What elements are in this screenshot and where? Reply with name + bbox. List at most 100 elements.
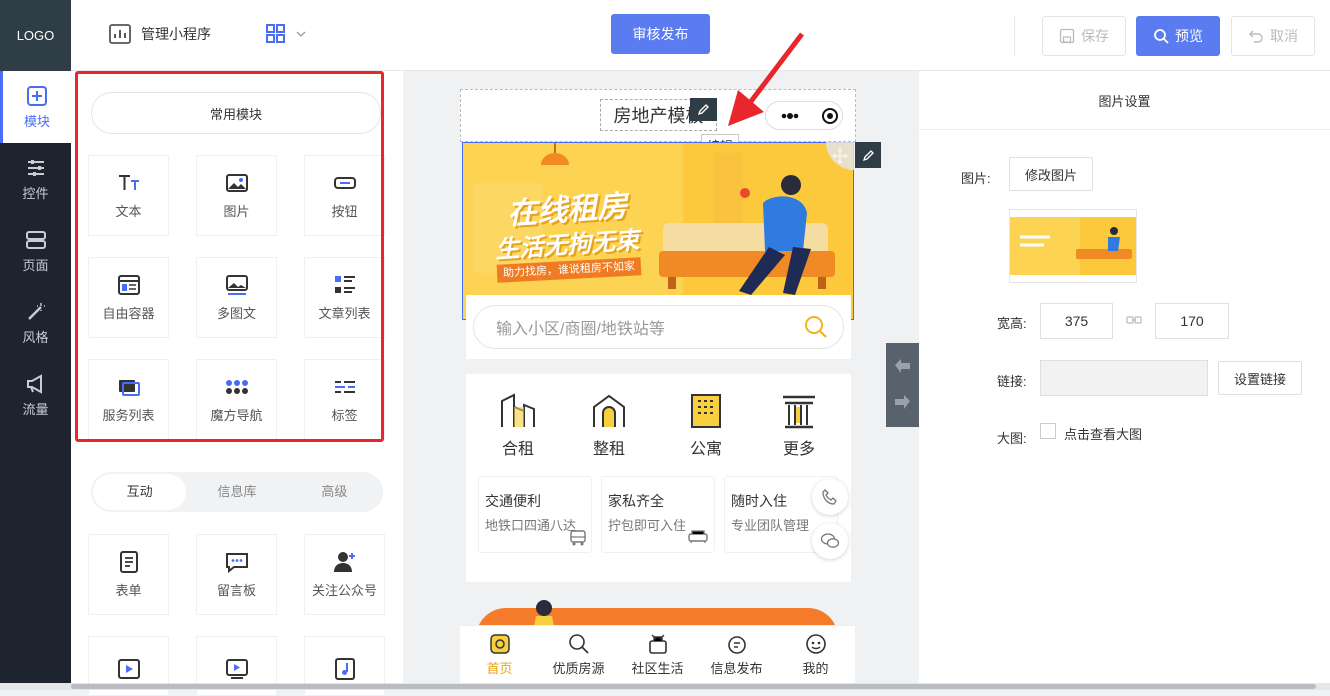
user-face-icon bbox=[805, 633, 826, 654]
wechat-contact-button[interactable] bbox=[812, 523, 848, 559]
preview-button[interactable]: 预览 bbox=[1136, 16, 1220, 56]
link-input[interactable] bbox=[1040, 360, 1208, 396]
search-input[interactable]: 输入小区/商圈/地铁站等 bbox=[473, 305, 844, 349]
nav-item-label: 控件 bbox=[22, 185, 49, 201]
module-multi-image-text[interactable]: 多图文 bbox=[196, 257, 277, 338]
top-bar: 管理小程序 审核发布 保存 预览 取消 bbox=[71, 0, 1330, 71]
scrollbar-thumb[interactable] bbox=[71, 684, 1316, 689]
module-cube-nav[interactable]: 魔方导航 bbox=[196, 359, 277, 440]
save-button[interactable]: 保存 bbox=[1042, 16, 1126, 56]
move-icon bbox=[832, 148, 848, 164]
publish-icon bbox=[727, 635, 746, 654]
module-article-list[interactable]: 文章列表 bbox=[304, 257, 385, 338]
tab-publish[interactable]: 信息发布 bbox=[697, 626, 776, 683]
tab-advanced[interactable]: 高级 bbox=[288, 474, 381, 510]
category-whole-rent[interactable]: 整租 bbox=[579, 393, 639, 459]
nav-item-modules[interactable]: 模块 bbox=[0, 71, 71, 143]
set-link-button[interactable]: 设置链接 bbox=[1218, 361, 1302, 395]
category-label: 更多 bbox=[782, 441, 815, 458]
module-free-container[interactable]: 自由容器 bbox=[88, 257, 169, 338]
redo-arrow-icon[interactable] bbox=[886, 383, 919, 423]
cancel-button[interactable]: 取消 bbox=[1231, 16, 1315, 56]
nav-item-label: 风格 bbox=[22, 329, 49, 345]
phone-tab-bar: 首页 优质房源 社区生活 信息发布 我的 bbox=[460, 625, 855, 683]
module-category-tabs: 互动 信息库 高级 bbox=[91, 472, 383, 512]
close-target-icon bbox=[822, 107, 838, 124]
service-list-icon bbox=[118, 380, 140, 396]
common-modules-title[interactable]: 常用模块 bbox=[91, 92, 381, 134]
category-shared-rent[interactable]: 合租 bbox=[488, 393, 548, 459]
module-label: 按钮 bbox=[331, 204, 358, 219]
tab-label: 首页 bbox=[486, 660, 513, 676]
nav-item-controls[interactable]: 控件 bbox=[0, 143, 71, 215]
search-placeholder: 输入小区/商圈/地铁站等 bbox=[496, 321, 665, 338]
module-tag[interactable]: 标签 bbox=[304, 359, 385, 440]
tab-label: 我的 bbox=[802, 660, 829, 676]
feature-card-transport[interactable]: 交通便利 地铁口四通八达 bbox=[478, 476, 592, 553]
music-icon bbox=[334, 658, 355, 680]
tab-community[interactable]: 社区生活 bbox=[618, 626, 697, 683]
follow-account-icon bbox=[333, 552, 355, 572]
edit-image-button[interactable] bbox=[855, 142, 881, 168]
save-icon bbox=[1059, 28, 1075, 44]
module-form[interactable]: 表单 bbox=[88, 534, 169, 615]
apartment-icon bbox=[691, 394, 721, 428]
house-icon bbox=[593, 394, 625, 427]
height-input[interactable]: 170 bbox=[1155, 303, 1229, 339]
app-switcher[interactable] bbox=[266, 24, 306, 44]
search-icon bbox=[1154, 29, 1169, 44]
nav-item-pages[interactable]: 页面 bbox=[0, 215, 71, 287]
module-follow-account[interactable]: 关注公众号 bbox=[304, 534, 385, 615]
module-label: 文章列表 bbox=[318, 306, 371, 321]
width-input[interactable]: 375 bbox=[1040, 303, 1113, 339]
phone-call-button[interactable] bbox=[812, 479, 848, 515]
form-icon bbox=[119, 551, 138, 573]
pages-icon bbox=[25, 230, 46, 249]
pencil-icon bbox=[862, 149, 874, 161]
tab-listings[interactable]: 优质房源 bbox=[539, 626, 618, 683]
edit-title-button[interactable] bbox=[690, 98, 717, 121]
magic-wand-icon bbox=[27, 302, 45, 320]
module-service-list[interactable]: 服务列表 bbox=[88, 359, 169, 440]
nav-item-style[interactable]: 风格 bbox=[0, 287, 71, 359]
container-icon bbox=[117, 275, 140, 295]
building-share-icon bbox=[501, 393, 535, 427]
left-nav: LOGO 模块 控件 页面 风格 流量 bbox=[0, 0, 71, 690]
module-button[interactable]: 按钮 bbox=[304, 155, 385, 236]
big-image-checkbox[interactable] bbox=[1040, 423, 1056, 439]
big-image-label: 大图: bbox=[997, 431, 1027, 446]
tab-home[interactable]: 首页 bbox=[460, 626, 539, 683]
module-label: 自由容器 bbox=[102, 306, 155, 321]
feature-card-furnished[interactable]: 家私齐全 拧包即可入住 bbox=[601, 476, 715, 553]
more-columns-icon bbox=[783, 395, 815, 429]
cube-nav-icon bbox=[225, 380, 248, 394]
link-label: 链接: bbox=[997, 374, 1027, 389]
undo-arrow-icon[interactable] bbox=[886, 343, 919, 383]
image-thumbnail bbox=[1009, 209, 1137, 283]
publish-button[interactable]: 审核发布 bbox=[611, 14, 710, 54]
module-text[interactable]: 文本 bbox=[88, 155, 169, 236]
category-more[interactable]: 更多 bbox=[769, 393, 829, 459]
nav-item-label: 页面 bbox=[22, 257, 49, 273]
big-image-checkbox-label[interactable]: 点击查看大图 bbox=[1064, 424, 1142, 443]
category-apartment[interactable]: 公寓 bbox=[676, 393, 736, 459]
live-video-icon bbox=[225, 659, 248, 679]
module-label: 服务列表 bbox=[102, 408, 155, 423]
nav-item-traffic[interactable]: 流量 bbox=[0, 359, 71, 431]
save-label: 保存 bbox=[1081, 28, 1109, 44]
manage-miniprogram-link[interactable]: 管理小程序 bbox=[109, 24, 211, 44]
wechat-icon bbox=[820, 533, 840, 548]
module-label: 多图文 bbox=[216, 306, 256, 321]
module-image[interactable]: 图片 bbox=[196, 155, 277, 236]
phone-icon bbox=[822, 489, 837, 505]
button-icon bbox=[333, 177, 356, 189]
link-ratio-icon[interactable] bbox=[1126, 314, 1142, 326]
tab-mine[interactable]: 我的 bbox=[776, 626, 855, 683]
tab-interact[interactable]: 互动 bbox=[93, 474, 187, 510]
module-message-board[interactable]: 留言板 bbox=[196, 534, 277, 615]
logo: LOGO bbox=[0, 0, 71, 71]
banner-image[interactable]: 在线租房 生活无拘无束 助力找房，谁说租房不如家 bbox=[462, 142, 854, 320]
tab-info-library[interactable]: 信息库 bbox=[190, 474, 283, 510]
change-image-button[interactable]: 修改图片 bbox=[1009, 157, 1093, 191]
bar-chart-icon bbox=[109, 24, 131, 44]
